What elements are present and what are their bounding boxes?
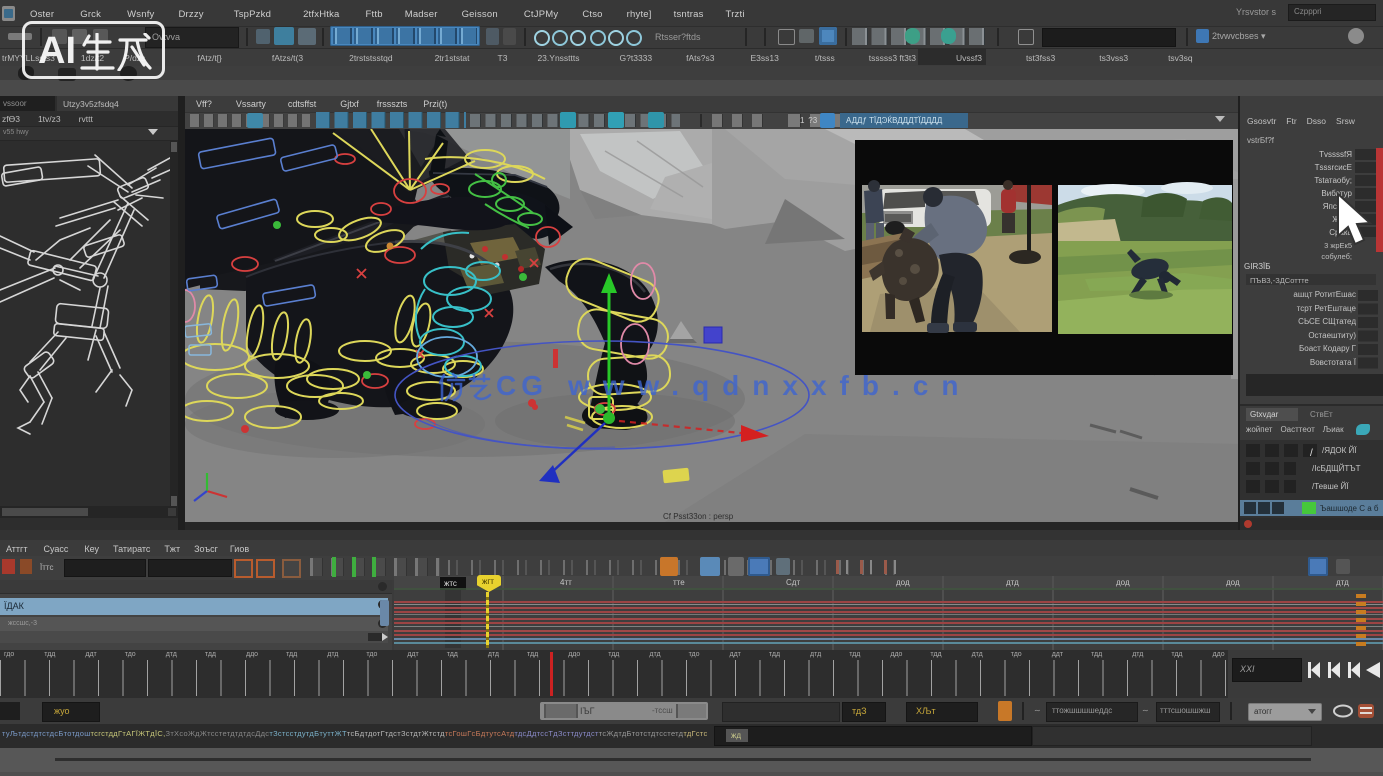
svg-text:Cf Psst33on : persp: Cf Psst33on : persp	[663, 512, 734, 521]
